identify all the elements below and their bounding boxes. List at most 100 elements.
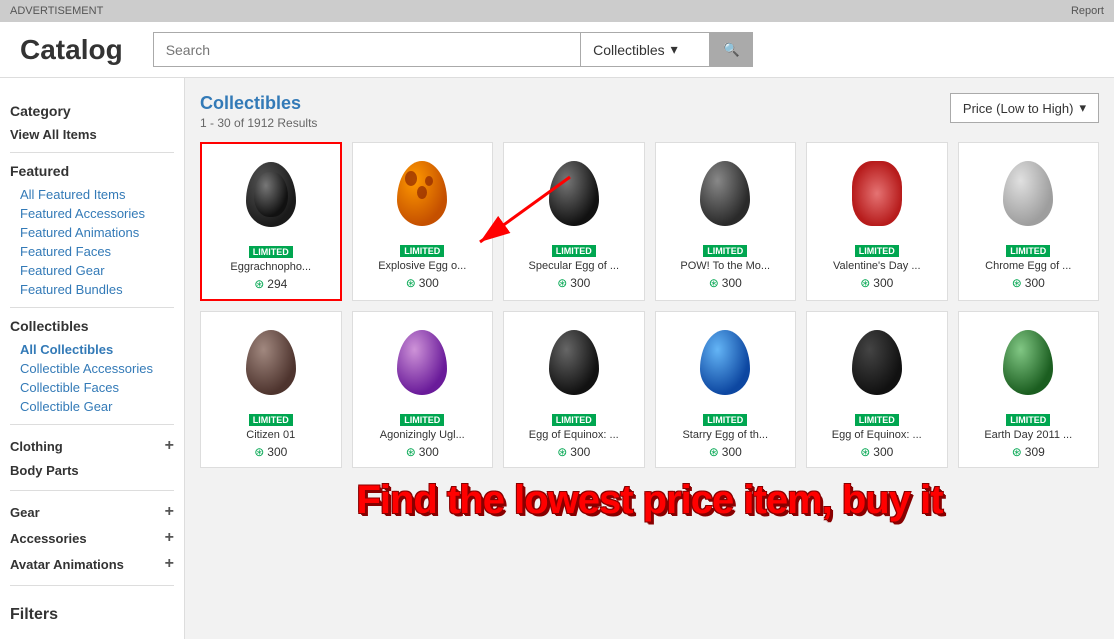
sidebar: Category View All Items Featured All Fea…	[0, 78, 185, 639]
price-value: 300	[570, 276, 590, 290]
item-card[interactable]: LIMITED Valentine's Day ... ⊛ 300	[806, 142, 948, 301]
robux-icon: ⊛	[254, 277, 264, 291]
item-image	[210, 152, 332, 237]
sidebar-item-collectible-faces[interactable]: Collectible Faces	[10, 378, 174, 397]
avatar-animations-label: Avatar Animations	[10, 557, 124, 572]
overlay-message: Find the lowest price item, buy it	[200, 478, 1099, 522]
item-price: ⊛ 300	[512, 276, 636, 290]
price-value: 309	[1025, 445, 1045, 459]
ad-label: ADVERTISEMENT	[10, 5, 103, 17]
item-card[interactable]: LIMITEDEggrachnopho...⊛ 294	[200, 142, 342, 301]
sidebar-item-featured-faces[interactable]: Featured Faces	[10, 242, 174, 261]
item-card[interactable]: LIMITEDEarth Day 2011 ...⊛ 309	[958, 311, 1100, 468]
limited-badge: LIMITED	[249, 414, 293, 426]
item-image	[664, 151, 788, 236]
body-parts-expand[interactable]: Body Parts	[10, 459, 174, 482]
category-dropdown[interactable]: Collectibles ▾	[580, 32, 710, 67]
catalog-title: Catalog	[20, 34, 123, 66]
item-price: ⊛ 300	[361, 445, 485, 459]
item-name: Starry Egg of th...	[664, 429, 788, 441]
sort-chevron-icon: ▾	[1079, 100, 1086, 116]
robux-icon: ⊛	[1012, 276, 1022, 290]
robux-icon: ⊛	[709, 276, 719, 290]
sidebar-item-collectible-gear[interactable]: Collectible Gear	[10, 397, 174, 416]
item-price: ⊛ 300	[815, 276, 939, 290]
item-image	[209, 320, 333, 405]
robux-icon: ⊛	[557, 445, 567, 459]
item-name: Earth Day 2011 ...	[967, 429, 1091, 441]
price-value: 294	[267, 277, 287, 291]
item-name: Citizen 01	[209, 429, 333, 441]
clothing-expand-icon: +	[165, 437, 174, 455]
avatar-animations-expand-icon: +	[165, 555, 174, 573]
limited-badge: LIMITED	[552, 414, 596, 426]
collectibles-section-title: Collectibles	[10, 318, 174, 334]
item-image	[967, 151, 1091, 236]
robux-icon: ⊛	[557, 276, 567, 290]
sidebar-item-featured-gear[interactable]: Featured Gear	[10, 261, 174, 280]
limited-badge: LIMITED	[855, 245, 899, 257]
item-card[interactable]: LIMITEDPOW! To the Mo...⊛ 300	[655, 142, 797, 301]
sidebar-item-featured-accessories[interactable]: Featured Accessories	[10, 204, 174, 223]
main-layout: Category View All Items Featured All Fea…	[0, 78, 1114, 639]
accessories-expand[interactable]: Accessories +	[10, 525, 174, 551]
report-link[interactable]: Report	[1071, 5, 1104, 17]
item-card[interactable]: LIMITEDStarry Egg of th...⊛ 300	[655, 311, 797, 468]
item-image	[815, 320, 939, 405]
search-input[interactable]	[153, 32, 580, 67]
limited-badge: LIMITED	[400, 245, 444, 257]
sort-label: Price (Low to High)	[963, 101, 1074, 116]
robux-icon: ⊛	[406, 276, 416, 290]
item-image	[967, 320, 1091, 405]
item-name: Valentine's Day ...	[815, 260, 939, 272]
item-card[interactable]: LIMITED Citizen 01 ⊛ 300	[200, 311, 342, 468]
item-price: ⊛ 300	[967, 276, 1091, 290]
item-name: Egg of Equinox: ...	[815, 429, 939, 441]
item-card[interactable]: LIMITED Egg of Equinox: ... ⊛ 300	[503, 311, 645, 468]
robux-icon: ⊛	[254, 445, 264, 459]
header: Catalog Collectibles ▾ 🔍	[0, 22, 1114, 78]
search-icon: 🔍	[723, 42, 740, 58]
item-price: ⊛ 300	[209, 445, 333, 459]
sidebar-item-all-collectibles[interactable]: All Collectibles	[10, 340, 174, 359]
limited-badge: LIMITED	[1006, 414, 1050, 426]
limited-badge: LIMITED	[703, 414, 747, 426]
sidebar-item-featured-animations[interactable]: Featured Animations	[10, 223, 174, 242]
gear-expand[interactable]: Gear +	[10, 499, 174, 525]
search-button[interactable]: 🔍	[710, 32, 753, 67]
featured-section-title: Featured	[10, 163, 174, 179]
item-name: Egg of Equinox: ...	[512, 429, 636, 441]
category-section-title: Category	[10, 103, 174, 119]
price-value: 300	[570, 445, 590, 459]
sidebar-item-featured-bundles[interactable]: Featured Bundles	[10, 280, 174, 299]
sidebar-item-featured-items[interactable]: All Featured Items	[10, 185, 174, 204]
filters-title: Filters	[10, 606, 174, 624]
accessories-expand-icon: +	[165, 529, 174, 547]
limited-badge: LIMITED	[249, 246, 293, 258]
item-price: ⊛ 294	[210, 277, 332, 291]
sidebar-item-collectible-accessories[interactable]: Collectible Accessories	[10, 359, 174, 378]
item-card[interactable]: LIMITEDAgonizingly Ugl...⊛ 300	[352, 311, 494, 468]
limited-badge: LIMITED	[1006, 245, 1050, 257]
ad-bar: ADVERTISEMENT Report	[0, 0, 1114, 22]
gear-expand-icon: +	[165, 503, 174, 521]
content-title: Collectibles	[200, 93, 317, 114]
item-price: ⊛ 300	[664, 276, 788, 290]
item-name: Chrome Egg of ...	[967, 260, 1091, 272]
item-price: ⊛ 300	[815, 445, 939, 459]
item-image	[815, 151, 939, 236]
overlay-text-container: Find the lowest price item, buy it	[200, 478, 1099, 522]
clothing-expand[interactable]: Clothing +	[10, 433, 174, 459]
item-name: Explosive Egg o...	[361, 260, 485, 272]
clothing-label: Clothing	[10, 439, 63, 454]
item-name: POW! To the Mo...	[664, 260, 788, 272]
item-image	[664, 320, 788, 405]
item-card[interactable]: LIMITEDEgg of Equinox: ...⊛ 300	[806, 311, 948, 468]
price-value: 300	[873, 276, 893, 290]
item-image	[361, 320, 485, 405]
avatar-animations-expand[interactable]: Avatar Animations +	[10, 551, 174, 577]
sort-dropdown[interactable]: Price (Low to High) ▾	[950, 93, 1099, 123]
item-card[interactable]: LIMITED Chrome Egg of ... ⊛ 300	[958, 142, 1100, 301]
robux-icon: ⊛	[860, 445, 870, 459]
view-all-items-link[interactable]: View All Items	[10, 125, 174, 144]
